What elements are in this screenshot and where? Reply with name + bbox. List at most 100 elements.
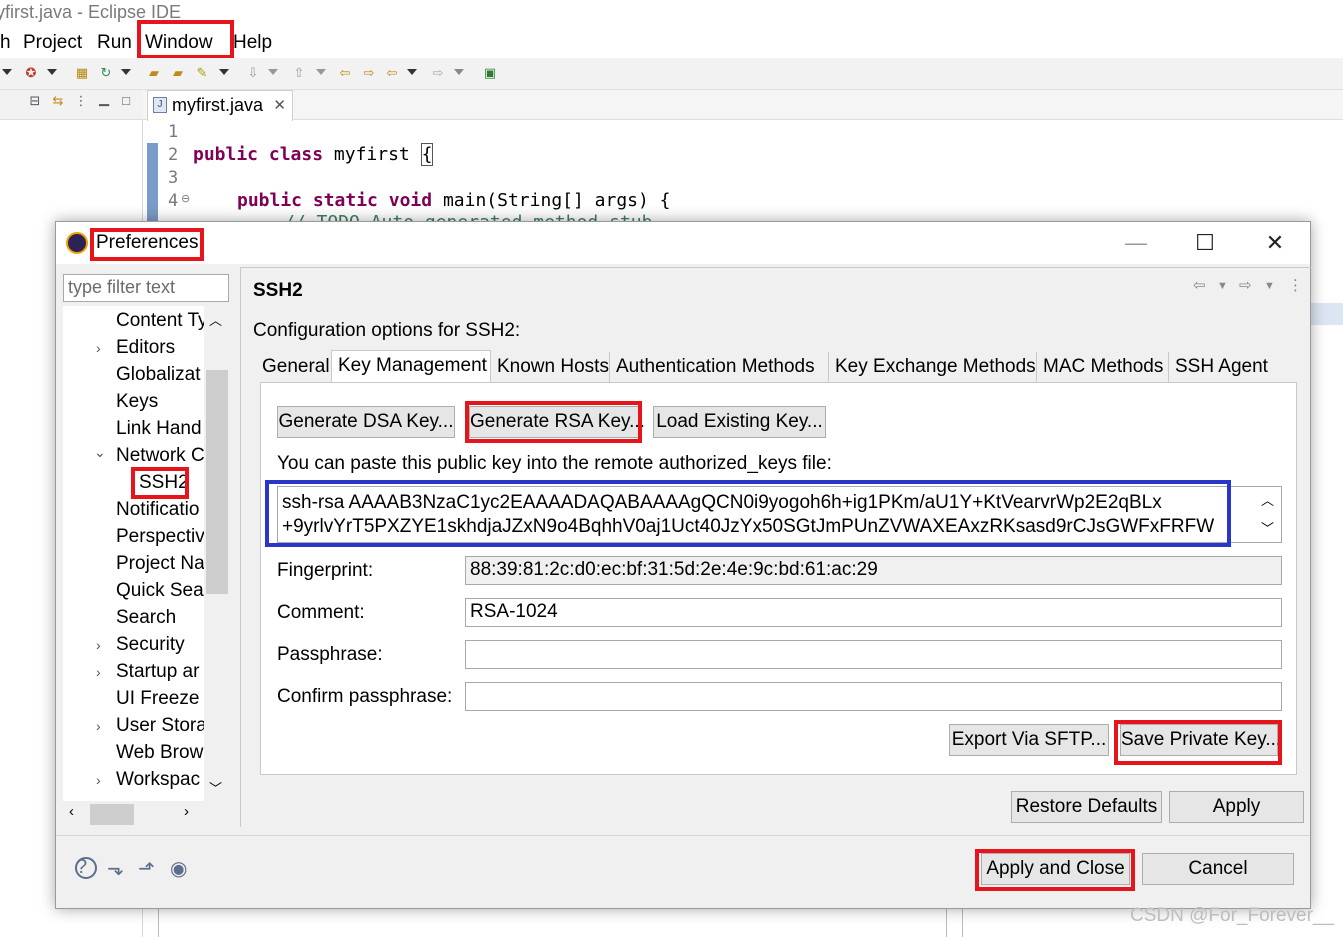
import-icon[interactable]: ⬎ xyxy=(107,856,124,881)
tree-item[interactable]: UI Freeze I xyxy=(116,688,204,710)
minimize-icon[interactable]: ▁ xyxy=(96,91,112,107)
refresh-icon[interactable]: ↻ xyxy=(98,65,114,81)
dropdown-arrow-icon[interactable] xyxy=(2,69,12,75)
menu-project[interactable]: Project xyxy=(23,32,82,54)
minimize-icon[interactable]: — xyxy=(1111,228,1161,258)
close-icon[interactable]: ✕ xyxy=(1250,228,1300,258)
restore-defaults-button[interactable]: Restore Defaults xyxy=(1011,791,1162,823)
panel-border xyxy=(962,909,963,937)
load-existing-key-button[interactable]: Load Existing Key... xyxy=(653,406,826,438)
export-icon[interactable]: ⬏ xyxy=(138,856,155,881)
tab-ssh-agent[interactable]: SSH Agent xyxy=(1169,352,1271,382)
open-type-icon[interactable]: ▰ xyxy=(146,65,162,81)
view-menu-icon[interactable]: ⋮ xyxy=(1288,276,1303,294)
scroll-up-icon[interactable]: ︿ xyxy=(209,310,222,329)
maximize-icon[interactable]: □ xyxy=(118,93,134,109)
tab-authentication-methods[interactable]: Authentication Methods xyxy=(610,352,829,382)
scroll-right-icon[interactable]: › xyxy=(184,803,189,820)
debug-icon[interactable]: ✪ xyxy=(23,65,39,81)
open-folder-icon[interactable]: ▰ xyxy=(170,65,186,81)
menu-help[interactable]: Help xyxy=(233,32,272,54)
generate-dsa-key-button[interactable]: Generate DSA Key... xyxy=(277,406,455,438)
collapse-all-icon[interactable]: ⊟ xyxy=(27,93,43,109)
tree-item[interactable]: Notificatio xyxy=(116,499,199,521)
tree-item[interactable]: Network C xyxy=(116,445,204,467)
back-icon[interactable]: ⇦ xyxy=(1193,276,1206,294)
view-menu-icon[interactable]: ⋮ xyxy=(73,93,89,109)
dropdown-arrow-icon[interactable] xyxy=(407,69,417,75)
keyword: public xyxy=(237,190,303,211)
tab-label: MAC Methods xyxy=(1043,356,1164,377)
expand-icon[interactable]: › xyxy=(96,340,101,356)
dropdown-arrow-icon[interactable] xyxy=(454,69,464,75)
tree-item[interactable]: Link Hand xyxy=(116,418,202,440)
dropdown-arrow-icon[interactable] xyxy=(121,69,131,75)
tree-item[interactable]: Project Na xyxy=(116,553,204,575)
chevron-down-icon[interactable]: ▼ xyxy=(1217,280,1228,292)
menu-search[interactable]: h xyxy=(0,32,11,54)
dropdown-arrow-icon[interactable] xyxy=(316,69,326,75)
record-icon[interactable]: ◉ xyxy=(170,856,187,881)
next-edit-icon[interactable]: ⇨ xyxy=(361,65,377,81)
last-edit-icon[interactable]: ⇦ xyxy=(337,65,353,81)
tree-scroll-thumb[interactable] xyxy=(206,370,228,594)
dropdown-arrow-icon[interactable] xyxy=(47,69,57,75)
tree-horizontal-scrollbar[interactable]: ‹ › xyxy=(63,801,228,827)
tree-item[interactable]: Workspac xyxy=(116,769,200,791)
link-editor-icon[interactable]: ⇆ xyxy=(50,93,66,109)
tree-item[interactable]: Perspectiv xyxy=(116,526,204,548)
tab-key-management[interactable]: Key Management xyxy=(331,350,491,383)
chevron-down-icon[interactable]: ▼ xyxy=(1264,280,1275,292)
tree-item[interactable]: Content Ty xyxy=(116,310,204,332)
scroll-up-icon[interactable]: ︿ xyxy=(1261,490,1274,509)
perspective-icon[interactable]: ▣ xyxy=(482,65,498,81)
tab-known-hosts[interactable]: Known Hosts xyxy=(491,352,610,382)
menu-run[interactable]: Run xyxy=(97,32,132,54)
expand-icon[interactable]: › xyxy=(96,772,101,788)
tree-item[interactable]: Keys xyxy=(116,391,158,413)
pen-icon[interactable]: ✎ xyxy=(194,65,210,81)
apply-button[interactable]: Apply xyxy=(1169,791,1304,823)
tab-mac-methods[interactable]: MAC Methods xyxy=(1037,352,1169,382)
public-key-scrollbar[interactable]: ︿ ﹀ xyxy=(1257,488,1279,541)
cancel-button[interactable]: Cancel xyxy=(1142,853,1294,885)
tab-general[interactable]: General xyxy=(256,352,332,382)
tree-item[interactable]: Search xyxy=(116,607,176,629)
tree-item[interactable]: Editors xyxy=(116,337,175,359)
help-circle xyxy=(75,857,97,879)
expand-icon[interactable]: › xyxy=(96,637,101,653)
scroll-down-icon[interactable]: ﹀ xyxy=(1261,518,1274,537)
tree-hscroll-thumb[interactable] xyxy=(90,804,134,825)
confirm-passphrase-field[interactable] xyxy=(465,682,1282,711)
dropdown-arrow-icon[interactable] xyxy=(268,69,278,75)
fold-icon[interactable]: ⊖ xyxy=(181,192,190,205)
annotation-icon[interactable]: ⇩ xyxy=(245,65,261,81)
filter-input[interactable]: type filter text xyxy=(63,274,229,302)
collapse-icon[interactable]: ⌄ xyxy=(94,444,106,461)
close-icon[interactable]: ✕ xyxy=(273,96,286,114)
dropdown-arrow-icon[interactable] xyxy=(219,69,229,75)
back-icon[interactable]: ⇦ xyxy=(384,65,400,81)
forward-icon[interactable]: ⇨ xyxy=(1239,276,1252,294)
forward-icon[interactable]: ⇨ xyxy=(430,65,446,81)
expand-icon[interactable]: › xyxy=(96,718,101,734)
export-via-sftp-button[interactable]: Export Via SFTP... xyxy=(949,724,1109,756)
maximize-icon[interactable]: ☐ xyxy=(1180,228,1230,258)
scroll-left-icon[interactable]: ‹ xyxy=(69,803,74,820)
tree-item[interactable]: User Stora xyxy=(116,715,204,737)
main-toolbar: ✪ ▦ ↻ ▰ ▰ ✎ ⇩ ⇧ ⇦ ⇨ ⇦ ⇨ ▣ xyxy=(0,58,1343,90)
passphrase-field[interactable] xyxy=(465,640,1282,669)
comment-field[interactable]: RSA-1024 xyxy=(465,598,1282,627)
expand-icon[interactable]: › xyxy=(96,664,101,680)
highlight-public-key xyxy=(265,480,1231,547)
annotation-prev-icon[interactable]: ⇧ xyxy=(291,65,307,81)
tree-item[interactable]: Globalizat xyxy=(116,364,201,386)
tree-item[interactable]: Web Brow xyxy=(116,742,203,764)
tree-item[interactable]: Startup ar xyxy=(116,661,199,683)
package-icon[interactable]: ▦ xyxy=(74,65,90,81)
tree-item[interactable]: Security xyxy=(116,634,185,656)
editor-tab-myfirst[interactable]: J myfirst.java ✕ xyxy=(147,90,293,121)
scroll-down-icon[interactable]: ﹀ xyxy=(209,778,222,797)
tab-key-exchange-methods[interactable]: Key Exchange Methods xyxy=(829,352,1037,382)
tree-item[interactable]: Quick Sear xyxy=(116,580,204,602)
